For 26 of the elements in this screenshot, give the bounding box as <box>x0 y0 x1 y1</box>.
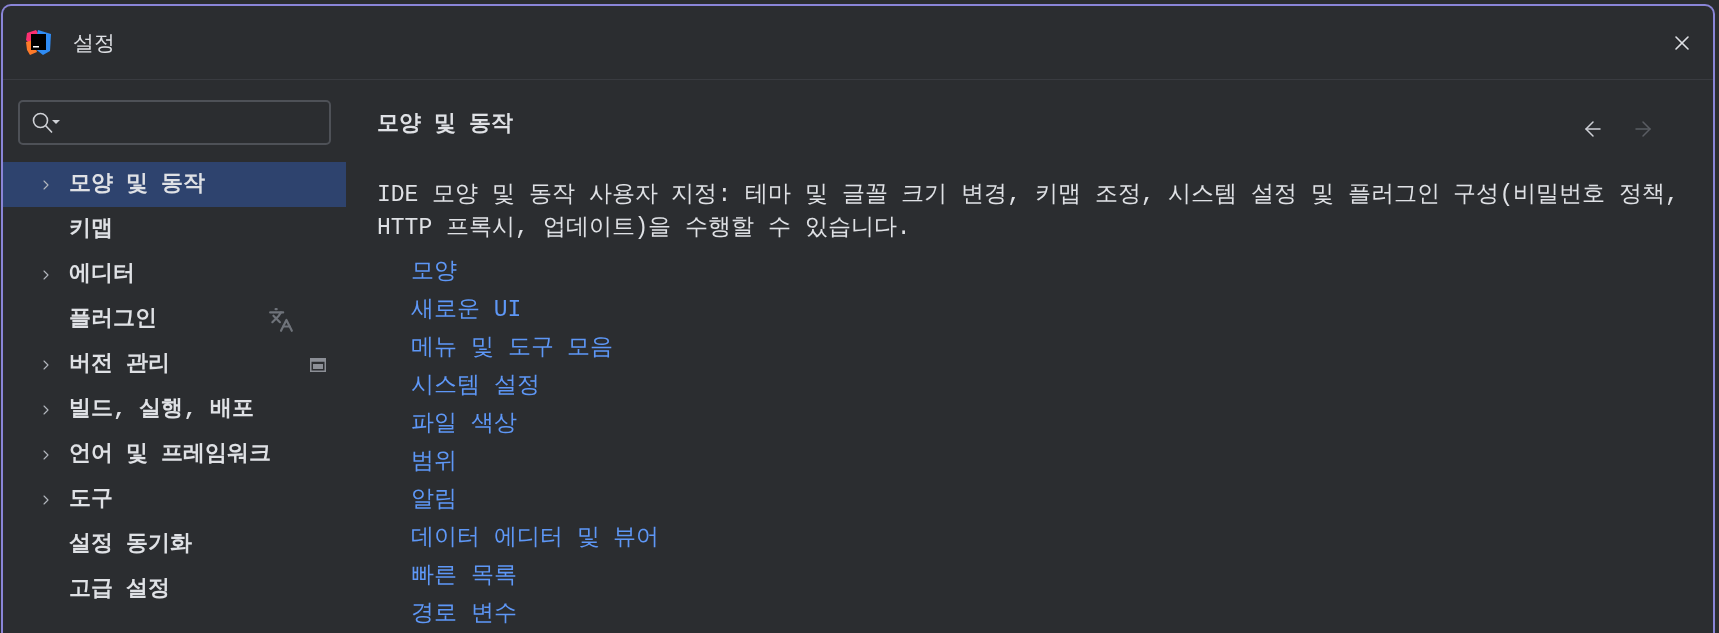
search-icon[interactable] <box>32 111 60 134</box>
sidebar-item[interactable]: 모양 및 동작 <box>3 162 346 207</box>
window-title: 설정 <box>73 29 115 56</box>
settings-link[interactable]: 범위 <box>411 443 457 481</box>
sidebar-item[interactable]: 설정 동기화 <box>3 522 346 567</box>
search-field[interactable] <box>18 100 331 145</box>
settings-link[interactable]: 파일 색상 <box>411 405 517 443</box>
settings-link[interactable]: 알림 <box>411 481 457 519</box>
sidebar-item[interactable]: 언어 및 프레임워크 <box>3 432 346 477</box>
sidebar-item[interactable]: 도구 <box>3 477 346 522</box>
sidebar-item[interactable]: 에디터 <box>3 252 346 297</box>
settings-link[interactable]: 데이터 에디터 및 뷰어 <box>411 519 660 557</box>
settings-link[interactable]: 새로운 UI <box>411 291 522 329</box>
sidebar-item[interactable]: 버전 관리 <box>3 342 346 387</box>
app-logo-icon <box>26 30 51 55</box>
settings-link[interactable]: 모양 <box>411 253 457 291</box>
sidebar-item[interactable]: 플러그인 <box>3 297 346 342</box>
sidebar-item[interactable]: 빌드, 실행, 배포 <box>3 387 346 432</box>
settings-link[interactable]: 경로 변수 <box>411 595 517 633</box>
settings-link[interactable]: 빠른 목록 <box>411 557 517 595</box>
description-text: IDE 모양 및 동작 사용자 지정: 테마 및 글꼴 크기 변경, 키맵 조정, 시스템 설정 및 플러그인 구성(비밀번호 정책, HTTP 프록시, 업데이트)을 수행할 수 있습니다. <box>377 181 1680 243</box>
sidebar-item[interactable]: 키맵 <box>3 207 346 252</box>
settings-link[interactable]: 시스템 설정 <box>411 367 540 405</box>
sidebar-item[interactable]: 고급 설정 <box>3 567 346 612</box>
settings-link[interactable]: 메뉴 및 도구 모음 <box>411 329 614 367</box>
page-heading: 모양 및 동작 <box>377 110 514 139</box>
